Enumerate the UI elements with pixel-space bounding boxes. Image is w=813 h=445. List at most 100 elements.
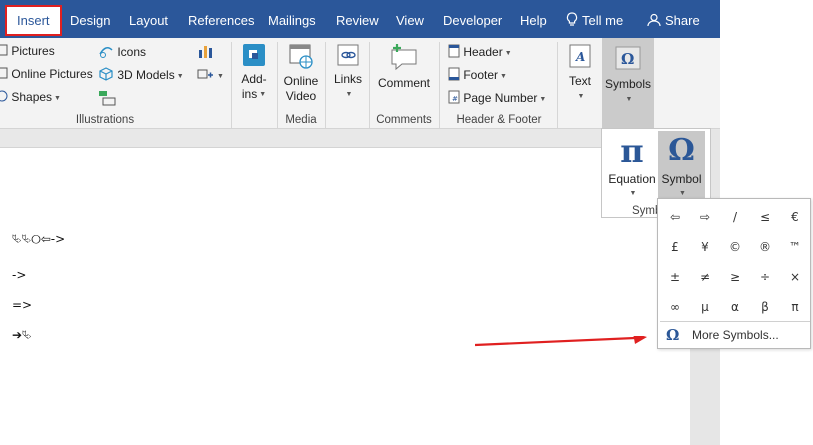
tab-layout[interactable]: Layout <box>129 0 168 38</box>
online-video-button[interactable]: Online Video <box>280 42 322 104</box>
document-line: -> <box>12 268 27 282</box>
chevron-down-icon: ▼ <box>577 93 585 101</box>
omega-icon: Ω <box>666 326 680 344</box>
header-button[interactable]: Header ▼ <box>448 44 512 62</box>
chevron-down-icon: ▼ <box>500 72 507 80</box>
comments-group-label: Comments <box>376 114 432 126</box>
bar-chart-icon <box>197 43 213 63</box>
tab-review[interactable]: Review <box>336 0 379 38</box>
pictures-button[interactable]: Pictures <box>0 44 55 60</box>
chevron-down-icon: ▼ <box>629 190 637 198</box>
tab-help[interactable]: Help <box>520 0 547 38</box>
page-number-icon: # <box>448 90 460 108</box>
group-separator <box>557 42 558 128</box>
add-ins-icon <box>236 42 272 72</box>
page-number-button[interactable]: # Page Number ▼ <box>448 90 546 108</box>
picture-icon <box>0 44 8 60</box>
svg-text:A: A <box>575 50 585 64</box>
smartart-icon <box>98 90 116 110</box>
screenshot-button[interactable]: ▼ <box>197 67 224 85</box>
chevron-down-icon: ▼ <box>679 190 686 198</box>
link-icon <box>330 42 366 72</box>
tab-mailings[interactable]: Mailings <box>268 0 316 38</box>
pi-icon: π <box>620 132 644 170</box>
tab-insert[interactable]: Insert <box>5 5 62 36</box>
share-button[interactable]: Share <box>647 0 700 38</box>
red-arrow-annotation <box>475 336 647 347</box>
smartart-button[interactable] <box>98 90 116 110</box>
symbol-cell[interactable]: β <box>750 292 780 322</box>
tell-me-button[interactable]: Tell me <box>566 0 623 38</box>
symbol-cell[interactable]: µ <box>690 292 720 322</box>
group-separator <box>277 42 278 128</box>
shapes-button[interactable]: Shapes ▼ <box>0 90 61 106</box>
group-separator <box>369 42 370 128</box>
ribbon-tab-bar: Insert Design Layout References Mailings… <box>0 0 720 38</box>
comment-button[interactable]: Comment <box>373 42 435 91</box>
chevron-down-icon: ▼ <box>504 49 512 57</box>
online-picture-icon <box>0 67 8 83</box>
tab-developer[interactable]: Developer <box>443 0 502 38</box>
symbol-cell[interactable]: α <box>720 292 750 322</box>
symbol-cell[interactable]: ÷ <box>750 262 780 292</box>
group-separator <box>439 42 440 128</box>
tab-references[interactable]: References <box>188 0 254 38</box>
symbols-button[interactable]: Ω Symbols ▼ <box>602 38 654 128</box>
ribbon-bottom-band <box>0 129 690 147</box>
icons-icon <box>98 44 114 62</box>
omega-icon: Ω <box>615 46 641 73</box>
symbol-cell[interactable]: π <box>780 292 810 322</box>
header-icon <box>448 44 460 62</box>
links-button[interactable]: Links ▼ <box>330 42 366 102</box>
symbol-cell[interactable]: © <box>720 232 750 262</box>
symbol-cell[interactable]: ¥ <box>690 232 720 262</box>
header-footer-group-label: Header & Footer <box>456 114 542 126</box>
document-line: ➔⮱ <box>12 328 32 342</box>
symbol-cell[interactable]: ™ <box>780 232 810 262</box>
chevron-down-icon: ▼ <box>259 91 267 99</box>
symbol-cell[interactable]: × <box>780 262 810 292</box>
symbol-cell[interactable]: ∞ <box>660 292 690 322</box>
document-line: ⮱⮱⭘⇦-> <box>12 232 66 246</box>
symbol-cell[interactable]: ⇨ <box>690 202 720 232</box>
omega-large-icon: Ω <box>668 133 695 168</box>
more-symbols-button[interactable]: Ω More Symbols... <box>660 321 810 347</box>
symbol-button[interactable]: Ω Symbol ▼ <box>658 133 705 200</box>
document-top-edge <box>0 147 690 148</box>
group-separator <box>231 42 232 128</box>
3d-models-button[interactable]: 3D Models ▼ <box>98 67 184 85</box>
video-icon <box>280 42 322 74</box>
chart-button[interactable] <box>197 43 213 63</box>
symbol-cell[interactable]: ® <box>750 232 780 262</box>
screenshot-icon <box>197 67 215 85</box>
symbol-cell[interactable]: € <box>780 202 810 232</box>
illustrations-group-label: Illustrations <box>75 114 135 126</box>
online-pictures-button[interactable]: Online Pictures <box>0 67 93 83</box>
symbol-cell[interactable]: / <box>720 202 750 232</box>
symbol-cell[interactable]: ≥ <box>720 262 750 292</box>
cube-icon <box>98 67 114 85</box>
symbol-cell[interactable]: ≤ <box>750 202 780 232</box>
media-group-label: Media <box>285 114 317 126</box>
add-ins-button[interactable]: Add- ins ▼ <box>236 42 272 102</box>
symbol-cell[interactable]: ± <box>660 262 690 292</box>
svg-text:Ω: Ω <box>621 50 634 68</box>
symbol-cell[interactable]: £ <box>660 232 690 262</box>
footer-icon <box>448 67 460 85</box>
person-icon <box>647 0 661 42</box>
tab-view[interactable]: View <box>396 0 424 38</box>
lightbulb-icon <box>566 0 578 42</box>
chevron-down-icon: ▼ <box>176 72 184 80</box>
equation-button[interactable]: π Equation ▼ <box>606 133 658 200</box>
chevron-down-icon: ▼ <box>54 94 61 102</box>
shapes-icon <box>0 90 8 106</box>
symbol-cell[interactable]: ≠ <box>690 262 720 292</box>
chevron-down-icon: ▼ <box>345 91 353 99</box>
chevron-down-icon: ▼ <box>625 96 633 104</box>
text-button[interactable]: A Text ▼ <box>561 42 599 104</box>
footer-button[interactable]: Footer ▼ <box>448 67 507 85</box>
tab-design[interactable]: Design <box>70 0 110 38</box>
document-line: => <box>12 298 33 312</box>
icons-button[interactable]: Icons <box>98 44 146 62</box>
symbol-cell[interactable]: ⇦ <box>660 202 690 232</box>
